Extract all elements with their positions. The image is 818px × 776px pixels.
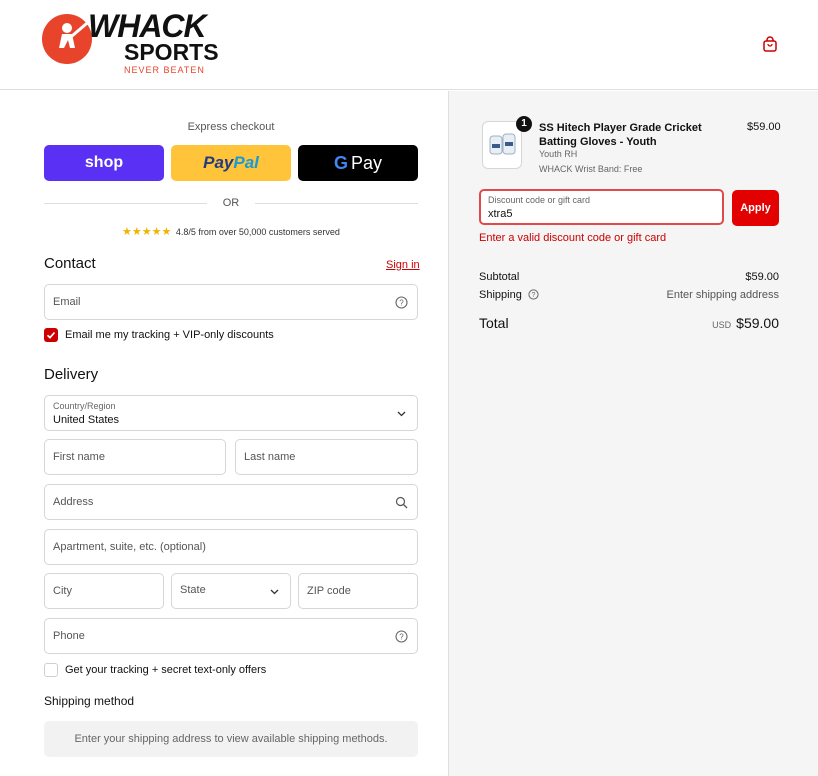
subtotal-value: $59.00 <box>745 271 779 283</box>
shipping-label: Shipping <box>479 289 522 301</box>
paypal-label-part2: Pal <box>233 153 259 172</box>
brand-name-line2: SPORTS <box>124 39 219 65</box>
shipping-row: Shipping ? Enter shipping address <box>479 289 779 301</box>
rating-text: 4.8/5 from over 50,000 customers served <box>175 227 340 237</box>
first-name-placeholder: First name <box>53 451 105 463</box>
email-placeholder: Email <box>53 296 81 308</box>
sms-optin-checkbox[interactable] <box>44 663 58 677</box>
city-field[interactable]: City <box>44 573 164 609</box>
svg-text:?: ? <box>399 633 404 642</box>
state-placeholder: State <box>180 584 206 596</box>
chevron-down-icon <box>270 589 279 595</box>
checkmark-icon <box>46 331 56 339</box>
last-name-field[interactable]: Last name <box>235 439 418 475</box>
star-rating-icon: ★★★★★ <box>122 226 172 238</box>
cricket-player-logo-icon <box>42 14 92 64</box>
country-label: Country/Region <box>53 401 116 411</box>
help-circle-icon[interactable]: ? <box>395 630 408 643</box>
product-thumbnail <box>482 121 522 169</box>
sign-in-link[interactable]: Sign in <box>386 259 420 271</box>
shipping-value: Enter shipping address <box>666 289 779 301</box>
brand-name-line1: WHACK <box>88 8 207 44</box>
google-g-icon: G <box>333 152 348 173</box>
paypal-button[interactable]: Pay Pal <box>171 145 291 181</box>
subtotal-label: Subtotal <box>479 271 520 283</box>
total-label: Total <box>479 315 509 331</box>
google-pay-button[interactable]: G Pay <box>298 145 418 181</box>
header: WHACK SPORTS NEVER BEATEN <box>0 0 818 90</box>
email-optin-label: Email me my tracking + VIP-only discount… <box>65 329 274 341</box>
svg-text:?: ? <box>531 292 535 299</box>
chevron-down-icon <box>397 411 406 417</box>
search-icon <box>395 496 408 509</box>
country-select[interactable]: Country/Region United States <box>44 395 418 431</box>
checkout-form: Express checkout shop Pay Pal G Pay OR ★★★… <box>0 91 449 776</box>
discount-code-field[interactable]: Discount code or gift card xtra5 <box>479 189 724 225</box>
svg-text:?: ? <box>399 299 404 308</box>
help-circle-icon[interactable]: ? <box>395 296 408 309</box>
country-value: United States <box>53 414 120 426</box>
phone-field[interactable]: Phone ? <box>44 618 418 654</box>
address-placeholder: Address <box>53 496 94 508</box>
discount-error: Enter a valid discount code or gift card <box>479 232 667 244</box>
total-row: Total USD $59.00 <box>479 315 779 331</box>
apartment-field[interactable]: Apartment, suite, etc. (optional) <box>44 529 418 565</box>
contact-title: Contact <box>44 255 96 272</box>
product-addon: WHACK Wrist Band: Free <box>539 164 643 174</box>
shop-pay-button[interactable]: shop <box>44 145 164 181</box>
zip-code-field[interactable]: ZIP code <box>298 573 418 609</box>
product-variant: Youth RH <box>539 149 578 159</box>
rating-line: ★★★★★ 4.8/5 from over 50,000 customers s… <box>44 225 418 238</box>
discount-value: xtra5 <box>488 208 513 220</box>
sms-optin-label: Get your tracking + secret text-only off… <box>65 664 267 676</box>
subtotal-row: Subtotal $59.00 <box>479 271 779 283</box>
email-field[interactable]: Email ? <box>44 284 418 320</box>
first-name-field[interactable]: First name <box>44 439 226 475</box>
product-name: SS Hitech Player Grade Cricket Batting G… <box>539 122 702 148</box>
or-divider: OR <box>44 196 418 210</box>
apartment-placeholder: Apartment, suite, etc. (optional) <box>53 541 206 553</box>
phone-placeholder: Phone <box>53 630 85 642</box>
express-checkout-title: Express checkout <box>187 121 275 133</box>
quantity-badge: 1 <box>516 116 532 132</box>
total-value: $59.00 <box>736 315 779 331</box>
brand-tagline: NEVER BEATEN <box>124 65 205 75</box>
address-field[interactable]: Address <box>44 484 418 520</box>
help-circle-icon[interactable]: ? <box>528 289 539 300</box>
google-pay-label: Pay <box>350 152 383 173</box>
city-placeholder: City <box>53 585 72 597</box>
shipping-method-note: Enter your shipping address to view avai… <box>44 721 418 757</box>
apply-button[interactable]: Apply <box>732 190 779 226</box>
email-optin-checkbox[interactable] <box>44 328 58 342</box>
shop-pay-label: shop <box>84 154 124 171</box>
last-name-placeholder: Last name <box>244 451 296 463</box>
shipping-method-title: Shipping method <box>44 694 135 708</box>
product-price: $59.00 <box>747 121 781 133</box>
state-select[interactable]: State <box>171 573 291 609</box>
delivery-title: Delivery <box>44 366 99 383</box>
paypal-label-part1: Pay <box>203 153 234 172</box>
zip-code-placeholder: ZIP code <box>307 585 351 597</box>
order-summary: 1 SS Hitech Player Grade Cricket Batting… <box>449 91 818 776</box>
discount-label: Discount code or gift card <box>488 195 591 205</box>
divider-line-right <box>255 203 418 204</box>
shopping-bag-icon[interactable] <box>762 36 778 52</box>
brand-logo[interactable]: WHACK SPORTS NEVER BEATEN <box>42 10 222 78</box>
currency-code: USD <box>712 320 732 330</box>
